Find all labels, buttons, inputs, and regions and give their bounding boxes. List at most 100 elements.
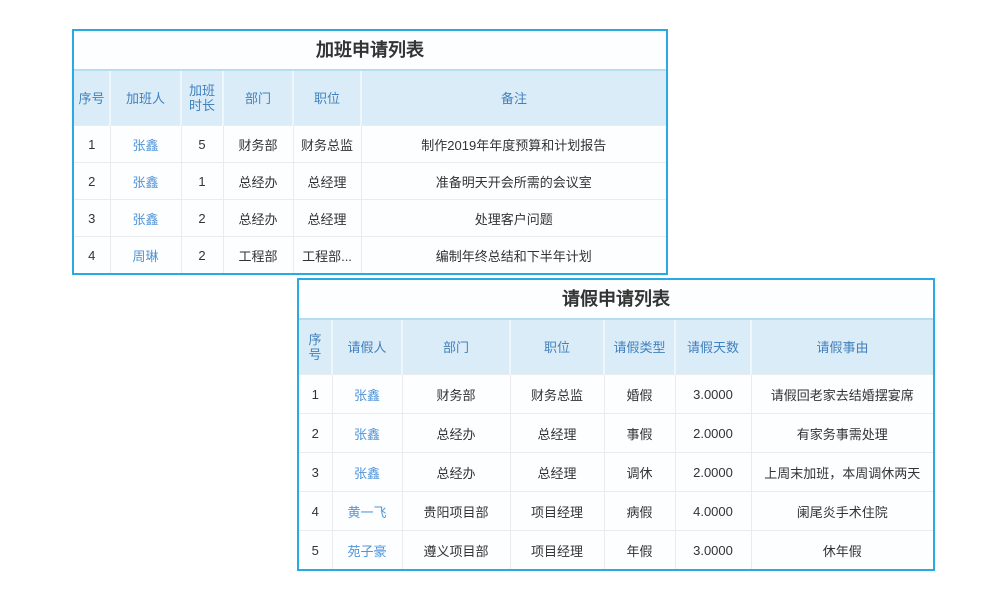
column-header: 部门 [402,320,510,375]
table-cell: 制作2019年年度预算和计划报告 [361,126,666,163]
table-cell: 总经理 [293,200,361,237]
column-header: 序号 [299,320,332,375]
employee-link[interactable]: 张鑫 [132,212,158,227]
employee-link[interactable]: 张鑫 [354,388,380,403]
table-cell: 财务部 [223,126,293,163]
table-cell: 5 [299,531,332,570]
table-cell: 张鑫 [110,200,181,237]
leave-table-body: 1张鑫财务部财务总监婚假3.0000请假回老家去结婚摆宴席2张鑫总经办总经理事假… [299,375,933,570]
table-cell: 病假 [604,492,675,531]
table-cell: 休年假 [751,531,933,570]
table-cell: 总经理 [510,453,604,492]
table-cell: 张鑫 [332,375,402,414]
table-row: 1 张鑫 财务部财务总监婚假3.0000请假回老家去结婚摆宴席 [299,375,933,414]
overtime-table: 序号加班人加班时长部门职位备注 1 张鑫 5财务部财务总监制作2019年年度预算和计… [74,71,666,273]
employee-link[interactable]: 黄一飞 [347,505,386,520]
header-row: 序号加班人加班时长部门职位备注 [74,71,666,126]
table-cell: 事假 [604,414,675,453]
table-cell: 周琳 [110,237,181,274]
table-cell: 1 [299,375,332,414]
table-row: 2 张鑫 1总经办总经理准备明天开会所需的会议室 [74,163,666,200]
table-cell: 请假回老家去结婚摆宴席 [751,375,933,414]
leave-list-panel: 请假申请列表 序号请假人部门职位请假类型请假天数请假事由 1张鑫财务部财务总监婚… [297,278,935,571]
table-cell: 苑子豪 [332,531,402,570]
table-cell: 张鑫 [110,163,181,200]
column-header: 序号 [74,71,110,126]
column-header: 职位 [510,320,604,375]
employee-link[interactable]: 张鑫 [354,466,380,481]
table-cell: 1 [181,163,223,200]
column-header: 备注 [361,71,666,126]
table-cell: 总经理 [510,414,604,453]
table-cell: 准备明天开会所需的会议室 [361,163,666,200]
overtime-table-header: 序号加班人加班时长部门职位备注 [74,71,666,126]
overtime-list-panel: 加班申请列表 序号加班人加班时长部门职位备注 1 张鑫 5财务部财务总监制作2019… [72,29,668,275]
table-row: 2 张鑫 总经办总经理事假2.0000有家务事需处理 [299,414,933,453]
table-cell: 总经办 [223,163,293,200]
header-row: 序号请假人部门职位请假类型请假天数请假事由 [299,320,933,375]
employee-link[interactable]: 苑子豪 [347,544,386,559]
leave-table: 序号请假人部门职位请假类型请假天数请假事由 1张鑫财务部财务总监婚假3.0000… [299,320,933,569]
overtime-table-title: 加班申请列表 [74,31,666,71]
table-row: 4黄一飞贵阳项目部项目经理病假4.0000阑尾炎手术住院 [299,492,933,531]
table-cell: 3.0000 [675,531,751,570]
table-cell: 总经理 [293,163,361,200]
table-cell: 4.0000 [675,492,751,531]
table-cell: 工程部 [223,237,293,274]
table-cell: 2 [74,163,110,200]
column-header: 请假类型 [604,320,675,375]
table-cell: 2.0000 [675,453,751,492]
employee-link[interactable]: 周琳 [132,249,158,264]
overtime-table-body: 1张鑫5财务部财务总监制作2019年年度预算和计划报告2张鑫1总经办总经理准备明… [74,126,666,274]
table-cell: 有家务事需处理 [751,414,933,453]
table-cell: 2.0000 [675,414,751,453]
column-header: 部门 [223,71,293,126]
table-cell: 项目经理 [510,531,604,570]
table-cell: 总经办 [402,453,510,492]
table-cell: 财务总监 [510,375,604,414]
table-cell: 总经办 [402,414,510,453]
table-row: 4 周琳 2工程部工程部...编制年终总结和下半年计划 [74,237,666,274]
column-header: 职位 [293,71,361,126]
table-cell: 遵义项目部 [402,531,510,570]
employee-link[interactable]: 张鑫 [132,175,158,190]
table-cell: 5 [181,126,223,163]
table-cell: 2 [299,414,332,453]
table-row: 3张鑫总经办总经理调休2.0000上周末加班，本周调休两天 [299,453,933,492]
table-cell: 年假 [604,531,675,570]
table-cell: 工程部... [293,237,361,274]
table-cell: 张鑫 [332,453,402,492]
column-header: 加班时长 [181,71,223,126]
table-cell: 婚假 [604,375,675,414]
table-cell: 张鑫 [110,126,181,163]
table-cell: 处理客户问题 [361,200,666,237]
column-header: 请假事由 [751,320,933,375]
table-cell: 4 [74,237,110,274]
table-row: 3 张鑫 2总经办总经理处理客户问题 [74,200,666,237]
employee-link[interactable]: 张鑫 [132,138,158,153]
leave-table-header: 序号请假人部门职位请假类型请假天数请假事由 [299,320,933,375]
employee-link[interactable]: 张鑫 [354,427,380,442]
table-cell: 3 [74,200,110,237]
table-cell: 3.0000 [675,375,751,414]
table-cell: 项目经理 [510,492,604,531]
table-cell: 编制年终总结和下半年计划 [361,237,666,274]
column-header: 请假人 [332,320,402,375]
table-row: 1 张鑫 5财务部财务总监制作2019年年度预算和计划报告 [74,126,666,163]
table-row: 5 苑子豪 遵义项目部项目经理年假3.0000休年假 [299,531,933,570]
table-cell: 2 [181,237,223,274]
page: { "colors": { "panel_border": "#29abe2",… [0,0,1000,600]
table-cell: 总经办 [223,200,293,237]
table-cell: 张鑫 [332,414,402,453]
table-cell: 贵阳项目部 [402,492,510,531]
table-cell: 财务总监 [293,126,361,163]
table-cell: 调休 [604,453,675,492]
table-cell: 4 [299,492,332,531]
table-cell: 上周末加班，本周调休两天 [751,453,933,492]
table-cell: 财务部 [402,375,510,414]
table-cell: 黄一飞 [332,492,402,531]
table-cell: 2 [181,200,223,237]
table-cell: 1 [74,126,110,163]
column-header: 请假天数 [675,320,751,375]
column-header: 加班人 [110,71,181,126]
